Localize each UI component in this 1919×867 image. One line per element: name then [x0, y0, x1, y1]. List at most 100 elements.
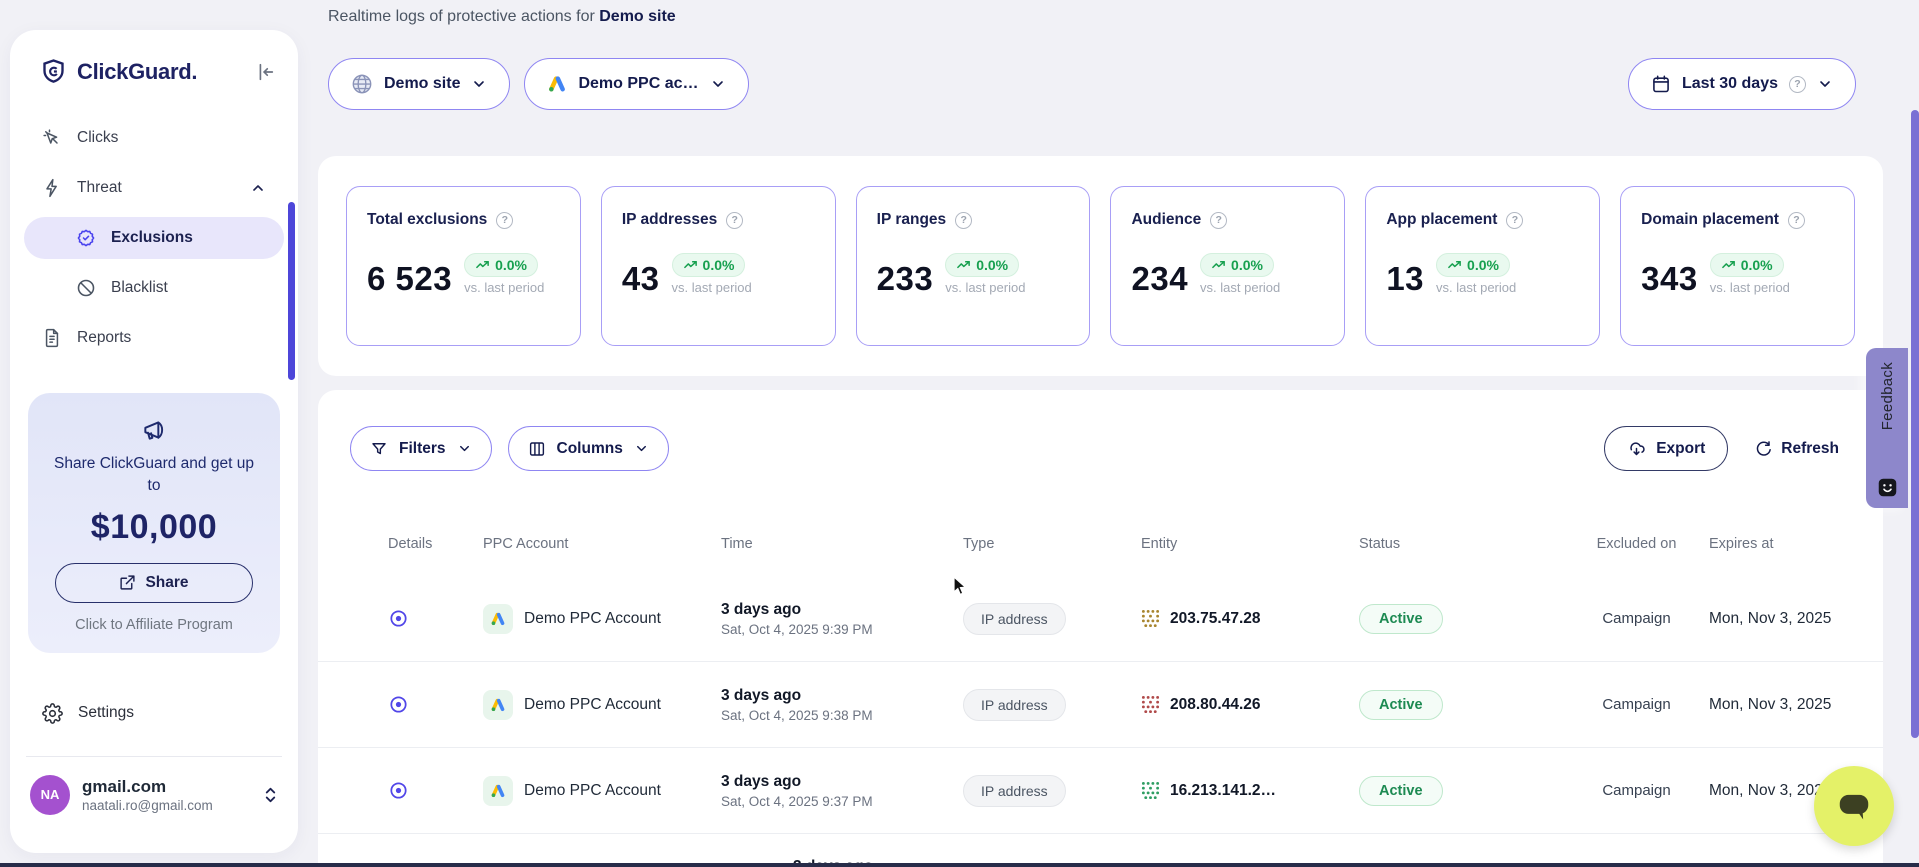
table-header-row: Details PPC Account Time Type Entity Sta… [318, 512, 1883, 576]
help-icon[interactable]: ? [496, 212, 513, 229]
sidebar-item-settings[interactable]: Settings [10, 693, 298, 734]
stat-label: App placement [1386, 211, 1497, 229]
entity-identicon [1141, 609, 1160, 628]
stat-delta: 0.0% [703, 257, 735, 273]
user-account-switcher[interactable]: NA gmail.com naatali.ro@gmail.com [10, 757, 298, 815]
google-ads-icon [483, 604, 513, 634]
sidebar-collapse-icon[interactable] [254, 61, 276, 83]
table-toolbar: Filters Columns Export Refresh [350, 426, 1839, 471]
column-header-details[interactable]: Details [388, 536, 483, 552]
entity-value: 16.213.141.2… [1170, 782, 1276, 800]
column-header-excluded-on[interactable]: Excluded on [1564, 536, 1709, 552]
sidebar-item-label: Clicks [77, 129, 118, 147]
stat-label: Audience [1131, 211, 1201, 229]
exclusions-table-panel: Filters Columns Export Refresh [318, 390, 1883, 867]
user-email: naatali.ro@gmail.com [82, 798, 213, 813]
ppc-account-selector-dropdown[interactable]: Demo PPC ac… [524, 58, 748, 110]
trend-up-icon [956, 258, 971, 273]
sidebar-item-threat[interactable]: Threat [24, 167, 284, 209]
clickguard-logo-icon [40, 58, 67, 85]
chat-launcher-button[interactable] [1814, 766, 1894, 846]
column-header-entity[interactable]: Entity [1141, 536, 1359, 552]
help-icon[interactable]: ? [955, 212, 972, 229]
filter-icon [370, 440, 388, 458]
stat-delta: 0.0% [1231, 257, 1263, 273]
filters-dropdown[interactable]: Filters [350, 426, 492, 471]
promo-text: Share ClickGuard and get up to [42, 453, 266, 498]
site-selector-dropdown[interactable]: Demo site [328, 58, 510, 110]
sidebar-scrollbar[interactable] [288, 202, 295, 380]
stat-value: 6 523 [367, 262, 452, 295]
type-badge: IP address [963, 603, 1066, 635]
help-icon[interactable]: ? [1506, 212, 1523, 229]
chevron-down-icon [457, 441, 472, 456]
column-header-type[interactable]: Type [963, 536, 1141, 552]
help-icon[interactable]: ? [1788, 212, 1805, 229]
megaphone-icon [42, 417, 266, 443]
column-header-ppc-account[interactable]: PPC Account [483, 536, 721, 552]
view-details-icon[interactable] [388, 780, 483, 801]
status-badge: Active [1359, 690, 1443, 720]
stat-caption: vs. last period [464, 280, 544, 295]
affiliate-promo-card[interactable]: Share ClickGuard and get up to $10,000 S… [28, 393, 280, 653]
sidebar-item-clicks[interactable]: Clicks [24, 117, 284, 159]
stat-caption: vs. last period [1436, 280, 1516, 295]
export-label: Export [1656, 440, 1705, 458]
site-selector-value: Demo site [384, 75, 460, 93]
stat-value: 233 [877, 262, 934, 295]
sidebar-item-label: Blacklist [111, 279, 168, 297]
trend-up-icon [1721, 258, 1736, 273]
help-icon[interactable]: ? [726, 212, 743, 229]
refresh-button[interactable]: Refresh [1754, 440, 1839, 458]
trend-up-icon [1447, 258, 1462, 273]
time-relative: 3 days ago [721, 773, 963, 791]
stat-card-ip-addresses: IP addresses? 43 0.0% vs. last period [601, 186, 836, 346]
sidebar-item-reports[interactable]: Reports [24, 317, 284, 359]
trend-up-icon [475, 258, 490, 273]
time-relative: 3 days ago [721, 687, 963, 705]
share-button[interactable]: Share [55, 563, 252, 603]
view-details-icon[interactable] [388, 608, 483, 629]
page-scrollbar[interactable] [1911, 110, 1919, 738]
ppc-account-name: Demo PPC Account [524, 696, 661, 714]
help-icon[interactable]: ? [1210, 212, 1227, 229]
logo-text: ClickGuard. [77, 59, 197, 85]
cursor-click-icon [42, 128, 62, 148]
page-subtitle-site: Demo site [599, 8, 675, 25]
feedback-tab[interactable]: Feedback [1866, 348, 1908, 508]
columns-label: Columns [557, 440, 623, 458]
sidebar-nav: Clicks Threat Exclusions [10, 117, 298, 359]
column-header-time[interactable]: Time [721, 536, 963, 552]
sidebar-item-blacklist[interactable]: Blacklist [24, 267, 284, 309]
stat-label: Total exclusions [367, 211, 487, 229]
stats-panel: Total exclusions? 6 523 0.0% vs. last pe… [318, 156, 1883, 376]
type-badge: IP address [963, 689, 1066, 721]
stat-card-audience: Audience? 234 0.0% vs. last period [1110, 186, 1345, 346]
sidebar-item-exclusions[interactable]: Exclusions [24, 217, 284, 259]
promo-amount: $10,000 [42, 508, 266, 547]
table-row: Demo PPC Account 3 days agoSat, Oct 4, 2… [318, 576, 1883, 662]
stat-caption: vs. last period [672, 280, 752, 295]
column-header-status[interactable]: Status [1359, 536, 1564, 552]
globe-icon [351, 73, 373, 95]
column-header-expires-at[interactable]: Expires at [1709, 536, 1883, 552]
logo-row: ClickGuard. [10, 30, 298, 85]
date-range-dropdown[interactable]: Last 30 days ? [1628, 58, 1856, 110]
stat-delta: 0.0% [976, 257, 1008, 273]
google-ads-icon [483, 776, 513, 806]
trend-up-icon [1211, 258, 1226, 273]
stat-value: 43 [622, 262, 660, 295]
excluded-on-value: Campaign [1564, 610, 1709, 627]
columns-dropdown[interactable]: Columns [508, 426, 669, 471]
help-icon: ? [1789, 76, 1806, 93]
view-details-icon[interactable] [388, 694, 483, 715]
chevron-down-icon [634, 441, 649, 456]
trend-up-icon [683, 258, 698, 273]
expires-at-value: Mon, Nov 3, 2025 [1709, 696, 1883, 714]
excluded-on-value: Campaign [1564, 696, 1709, 713]
export-button[interactable]: Export [1604, 426, 1728, 471]
page-subtitle-text: Realtime logs of protective actions for [328, 8, 599, 25]
affiliate-link[interactable]: Click to Affiliate Program [42, 617, 266, 633]
refresh-icon [1754, 440, 1772, 458]
status-badge: Active [1359, 604, 1443, 634]
